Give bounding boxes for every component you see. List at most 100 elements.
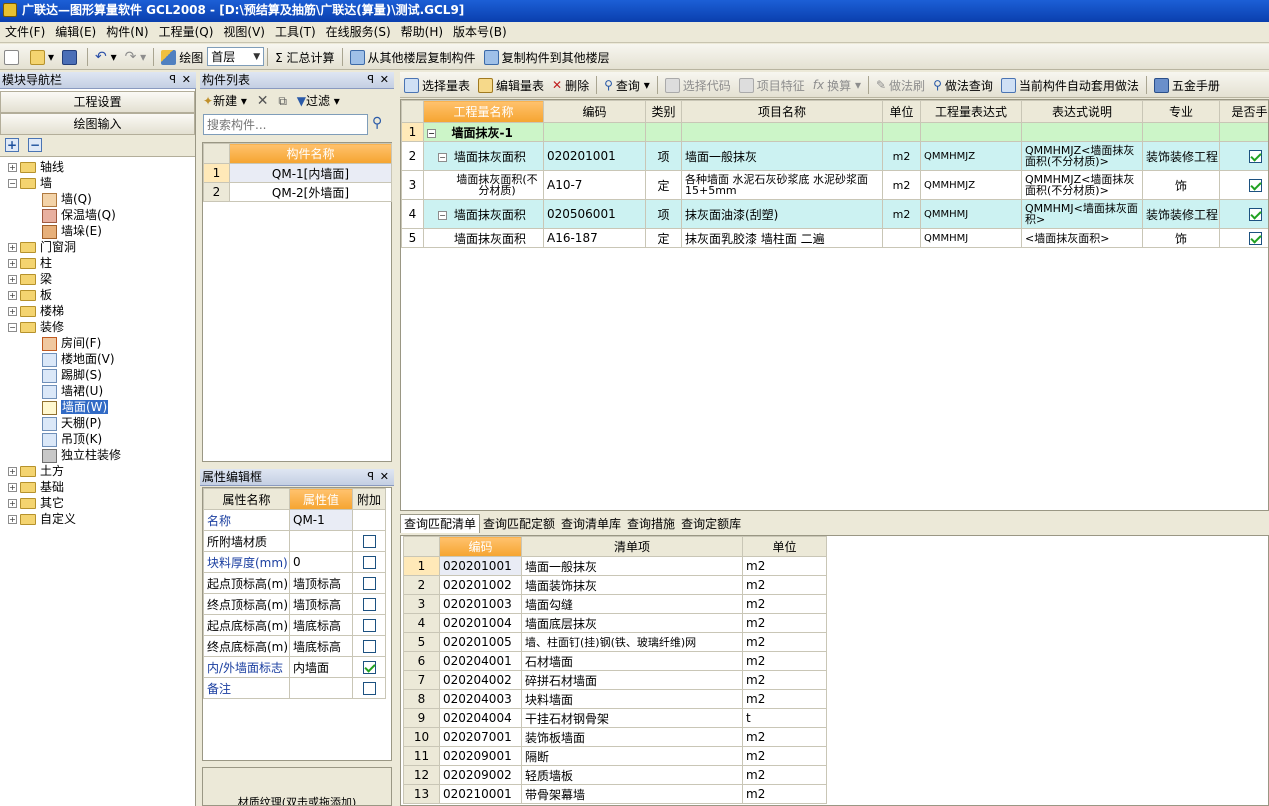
table-row[interactable]: 9 020204004 干挂石材钢骨架 t	[403, 708, 827, 728]
tree-item-insulation-wall[interactable]: 保温墙(Q)	[42, 207, 116, 223]
material-texture-box[interactable]: 材质纹理(双击或拖添加)	[202, 767, 392, 806]
table-row[interactable]: 4 020201004 墙面底层抹灰 m2	[403, 613, 827, 633]
table-row[interactable]: 2 − 墙面抹灰面积 020201001 项墙面一般抹灰 m2 QMMHMJZ QMMH…	[401, 141, 1268, 171]
table-row[interactable]: 10 020207001 装饰板墙面 m2	[403, 727, 827, 747]
table-row[interactable]: 11 020209001 隔断 m2	[403, 746, 827, 766]
property-row[interactable]: 备注	[203, 677, 386, 699]
filter-button[interactable]: ▼过滤 ▾	[297, 94, 340, 108]
copy-icon[interactable]: ⧉	[278, 94, 287, 108]
pin-icon[interactable]: ꟼ	[367, 469, 374, 485]
manual-checkbox[interactable]	[1249, 232, 1262, 245]
select-code-button[interactable]: 选择代码	[661, 73, 735, 97]
property-row[interactable]: 起点底标高(m) 墙底标高	[203, 614, 386, 636]
query-button[interactable]: ⚲ 查询 ▾	[600, 73, 654, 97]
tree-item-room[interactable]: 房间(F)	[42, 335, 101, 351]
tree-item-foundation[interactable]: + 基础	[8, 479, 64, 495]
project-settings-button[interactable]: 工程设置	[0, 91, 195, 113]
table-row[interactable]: 2 020201002 墙面装饰抹灰 m2	[403, 575, 827, 595]
redo-button[interactable]: ↷ ▾	[121, 45, 151, 69]
table-row[interactable]: 7 020204002 碎拼石材墙面 m2	[403, 670, 827, 690]
component-search-input[interactable]	[203, 114, 368, 135]
table-row[interactable]: 12 020209002 轻质墙板 m2	[403, 765, 827, 785]
new-component-button[interactable]: ✦新建 ▾	[203, 94, 247, 108]
menu-view[interactable]: 视图(V)	[218, 22, 270, 42]
tree-item-suspended-ceiling[interactable]: 吊顶(K)	[42, 431, 102, 447]
table-row[interactable]: 3 020201003 墙面勾缝 m2	[403, 594, 827, 614]
tree-item-column[interactable]: + 柱	[8, 255, 52, 271]
tree-item-axis[interactable]: + 轴线	[8, 159, 64, 175]
copy-from-floor-button[interactable]: 从其他楼层复制构件	[346, 45, 480, 69]
menu-tools[interactable]: 工具(T)	[270, 22, 321, 42]
tree-item-decoration[interactable]: − 装修	[8, 319, 64, 335]
collapse-toggle[interactable]: −	[438, 152, 447, 162]
tree-item-door-window[interactable]: + 门窗洞	[8, 239, 76, 255]
menu-edit[interactable]: 编辑(E)	[50, 22, 101, 42]
menu-component[interactable]: 构件(N)	[101, 22, 153, 42]
tree-item-earthwork[interactable]: + 土方	[8, 463, 64, 479]
item-feature-button[interactable]: 项目特征	[735, 73, 809, 97]
property-row[interactable]: 起点顶标高(m) 墙顶标高	[203, 572, 386, 594]
tree-item-beam[interactable]: + 梁	[8, 271, 52, 287]
table-row[interactable]: 6 020204001 石材墙面 m2	[403, 651, 827, 671]
collapse-all-icon[interactable]: −	[28, 138, 42, 152]
tree-item-stairs[interactable]: + 楼梯	[8, 303, 64, 319]
method-query-button[interactable]: ⚲ 做法查询	[929, 73, 997, 97]
close-icon[interactable]: ✕	[380, 72, 389, 88]
close-icon[interactable]: ✕	[182, 72, 191, 88]
tree-item-wall-q[interactable]: 墙(Q)	[42, 191, 92, 207]
tree-item-other[interactable]: + 其它	[8, 495, 64, 511]
draw-input-button[interactable]: 绘图输入	[0, 113, 195, 135]
attach-checkbox[interactable]	[362, 577, 376, 590]
tree-item-floor[interactable]: 楼地面(V)	[42, 351, 115, 367]
select-table-button[interactable]: 选择量表	[400, 73, 474, 97]
menu-quantity[interactable]: 工程量(Q)	[154, 22, 219, 42]
sum-calc-button[interactable]: Σ 汇总计算	[271, 45, 338, 69]
tree-item-ceiling[interactable]: 天棚(P)	[42, 415, 102, 431]
menu-file[interactable]: 文件(F)	[0, 22, 50, 42]
attach-checkbox[interactable]	[362, 640, 376, 653]
tab-match-list[interactable]: 查询匹配清单	[400, 514, 481, 533]
floor-select[interactable]: 首层 ▼	[207, 47, 265, 66]
table-row[interactable]: 5 020201005 墙、柱面钉(挂)钢(铁、玻璃纤维)网 m2	[403, 632, 827, 652]
menu-online[interactable]: 在线服务(S)	[321, 22, 396, 42]
property-row[interactable]: 块料厚度(mm) 0	[203, 551, 386, 573]
table-row[interactable]: 3 墙面抹灰面积(不分材质) A10-7 定各种墙面 水泥石灰砂浆底 水泥砂浆面 …	[401, 170, 1268, 200]
delete-icon[interactable]: ✕	[257, 93, 269, 109]
attach-checkbox[interactable]	[362, 619, 376, 632]
table-row[interactable]: 4 − 墙面抹灰面积 020506001 项抹灰面油漆(刮塑) m2 QMMHMJ QM…	[401, 199, 1268, 229]
tree-item-skirting[interactable]: 踢脚(S)	[42, 367, 102, 383]
table-row[interactable]: 13 020210001 带骨架幕墙 m2	[403, 784, 827, 804]
pin-icon[interactable]: ꟼ	[169, 72, 176, 88]
tree-item-dado[interactable]: 墙裙(U)	[42, 383, 103, 399]
tree-item-wall-surface[interactable]: 墙面(W)	[42, 399, 109, 415]
tab-measures[interactable]: 查询措施	[624, 515, 678, 533]
expand-all-icon[interactable]: +	[5, 138, 19, 152]
manual-checkbox[interactable]	[1249, 208, 1262, 221]
delete-button[interactable]: ✕ 删除	[548, 73, 593, 97]
pin-icon[interactable]: ꟼ	[367, 72, 374, 88]
table-row[interactable]: 8 020204003 块料墙面 m2	[403, 689, 827, 709]
menu-version[interactable]: 版本号(B)	[448, 22, 512, 42]
property-row[interactable]: 名称 QM-1	[203, 509, 386, 531]
collapse-toggle[interactable]: −	[438, 210, 447, 220]
tab-match-quota[interactable]: 查询匹配定额	[480, 515, 558, 533]
property-row[interactable]: 终点顶标高(m) 墙顶标高	[203, 593, 386, 615]
table-row[interactable]: 1 − 墙面抹灰-1	[401, 122, 1268, 142]
tree-item-slab[interactable]: + 板	[8, 287, 52, 303]
undo-button[interactable]: ↶ ▾	[91, 45, 121, 69]
draw-button[interactable]: 绘图	[157, 45, 207, 69]
tab-quota-library[interactable]: 查询定额库	[678, 515, 744, 533]
tree-item-wall[interactable]: − 墙	[8, 175, 52, 191]
attach-checkbox[interactable]	[362, 598, 376, 611]
table-row[interactable]: 1 020201001 墙面一般抹灰 m2	[403, 556, 827, 576]
attach-checkbox[interactable]	[362, 682, 376, 695]
tab-list-library[interactable]: 查询清单库	[558, 515, 624, 533]
tree-item-custom[interactable]: + 自定义	[8, 511, 76, 527]
close-icon[interactable]: ✕	[380, 469, 389, 485]
property-row[interactable]: 终点底标高(m) 墙底标高	[203, 635, 386, 657]
auto-apply-method-button[interactable]: 当前构件自动套用做法	[997, 73, 1143, 97]
copy-to-floor-button[interactable]: 复制构件到其他楼层	[480, 45, 614, 69]
component-row[interactable]: 1 QM-1[内墙面]	[203, 163, 392, 183]
open-file-button[interactable]: ▾	[26, 45, 58, 69]
tree-item-wall-pier[interactable]: 墙垛(E)	[42, 223, 102, 239]
